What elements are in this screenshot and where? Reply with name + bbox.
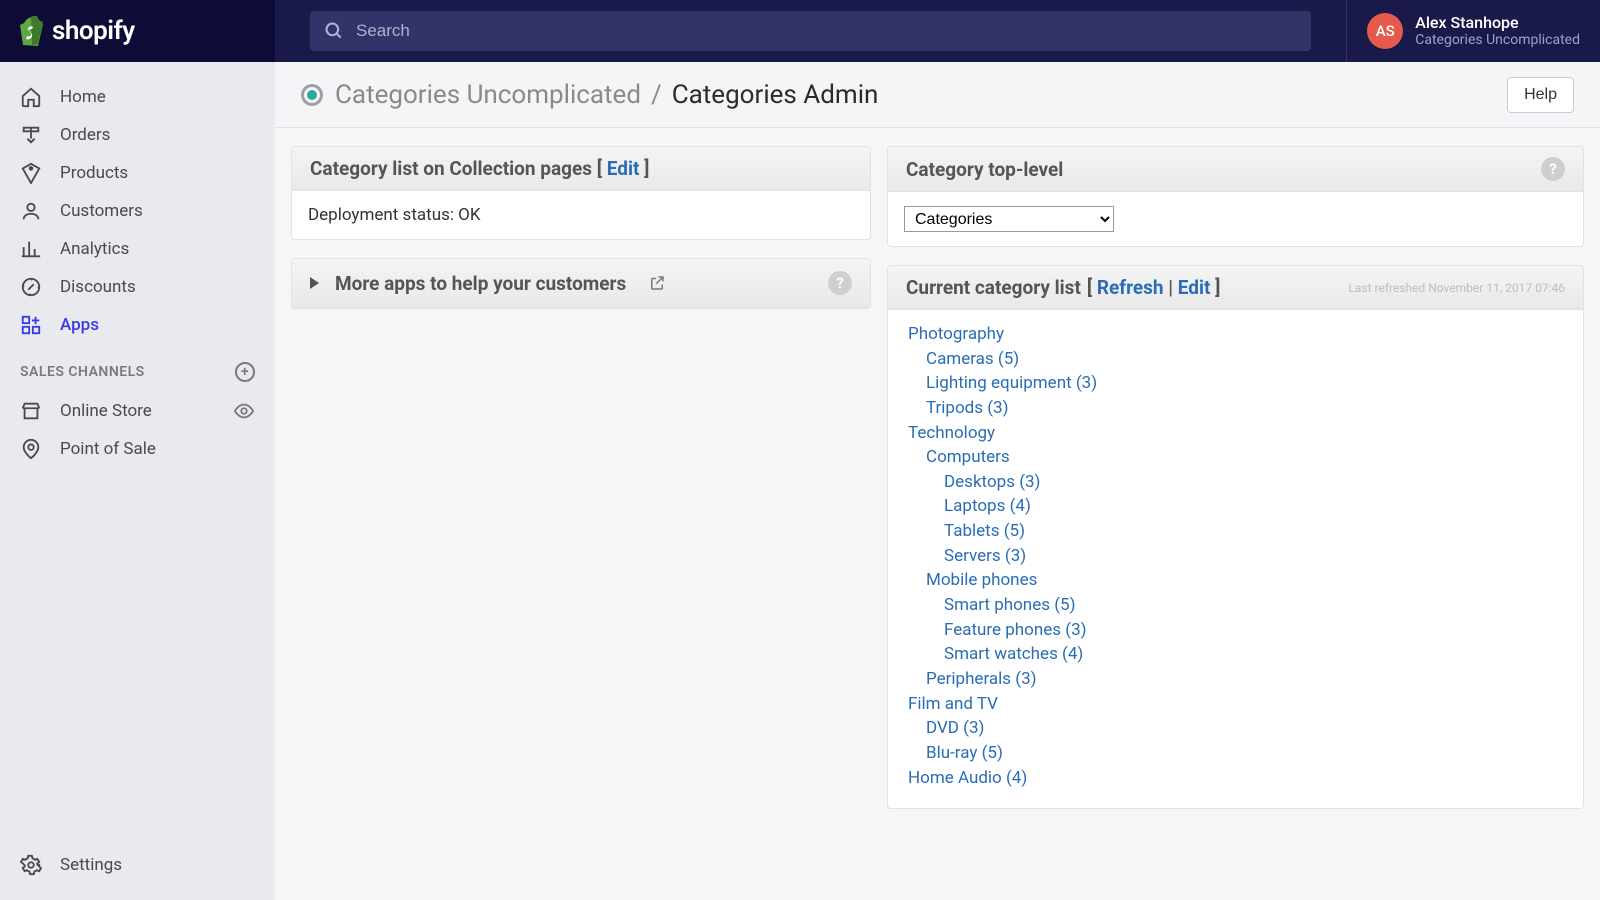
category-link[interactable]: Blu-ray (5)	[926, 743, 1003, 763]
home-icon	[20, 86, 42, 108]
category-link[interactable]: Technology	[908, 423, 995, 443]
top-level-select[interactable]: Categories	[904, 206, 1114, 232]
search-icon	[324, 21, 344, 41]
sidebar-item-label: Discounts	[60, 277, 136, 297]
discounts-icon	[20, 276, 42, 298]
last-refreshed: Last refreshed November 11, 2017 07:46	[1348, 281, 1565, 295]
help-icon[interactable]: ?	[828, 271, 852, 295]
sidebar-item-label: Home	[60, 87, 106, 107]
sidebar-item-products[interactable]: Products	[0, 154, 275, 192]
customers-icon	[20, 200, 42, 222]
category-link[interactable]: Cameras (5)	[926, 349, 1019, 369]
external-link-icon[interactable]	[648, 274, 666, 292]
panel-title: Category top-level	[906, 158, 1063, 181]
edit-link[interactable]: Edit	[607, 157, 640, 180]
panel-collection-categories: Category list on Collection pages [ Edit…	[291, 146, 871, 240]
panel-current-category-list: Current category list [ Refresh | Edit ]…	[887, 265, 1584, 809]
sidebar-item-discounts[interactable]: Discounts	[0, 268, 275, 306]
search-wrap	[275, 11, 1346, 51]
app-bullet-icon	[301, 84, 323, 106]
panel-title: Current category list	[906, 276, 1081, 299]
sidebar-item-label: Products	[60, 163, 128, 183]
deployment-status: Deployment status: OK	[292, 191, 870, 239]
chevron-right-icon[interactable]	[310, 277, 319, 289]
edit-link[interactable]: Edit	[1178, 276, 1211, 299]
shopify-bag-icon	[18, 16, 44, 46]
search-bar[interactable]	[310, 11, 1311, 51]
category-link[interactable]: Mobile phones	[926, 570, 1037, 590]
category-link[interactable]: Servers (3)	[944, 546, 1026, 566]
panel-more-apps: More apps to help your customers ?	[291, 258, 871, 309]
refresh-link[interactable]: Refresh	[1097, 276, 1164, 299]
category-link[interactable]: Lighting equipment (3)	[926, 373, 1097, 393]
orders-icon	[20, 124, 42, 146]
category-link[interactable]: Peripherals (3)	[926, 669, 1037, 689]
sidebar-item-label: Customers	[60, 201, 143, 221]
page-header: Categories Uncomplicated / Categories Ad…	[275, 62, 1600, 128]
search-input[interactable]	[356, 21, 1297, 41]
sidebar-item-point-of-sale[interactable]: Point of Sale	[0, 430, 275, 468]
sales-channels-label: SALES CHANNELS	[20, 364, 145, 380]
sidebar: Home Orders Products Customers Analytics…	[0, 62, 275, 900]
sidebar-item-label: Point of Sale	[60, 439, 156, 459]
user-store: Categories Uncomplicated	[1415, 32, 1580, 49]
sidebar-item-label: Online Store	[60, 401, 233, 421]
sidebar-item-online-store[interactable]: Online Store	[0, 392, 275, 430]
category-link[interactable]: Smart phones (5)	[944, 595, 1076, 615]
panel-title: Category list on Collection pages [ Edit…	[310, 157, 649, 180]
sidebar-item-orders[interactable]: Orders	[0, 116, 275, 154]
category-link[interactable]: Tripods (3)	[926, 398, 1009, 418]
online-store-icon	[20, 400, 42, 422]
sidebar-item-settings[interactable]: Settings	[0, 844, 275, 900]
avatar: AS	[1367, 13, 1403, 49]
sidebar-item-label: Settings	[60, 855, 122, 875]
help-icon[interactable]: ?	[1541, 157, 1565, 181]
category-link[interactable]: Film and TV	[908, 694, 998, 714]
sidebar-item-apps[interactable]: Apps	[0, 306, 275, 344]
breadcrumb-sep: /	[651, 80, 662, 110]
category-link[interactable]: Photography	[908, 324, 1004, 344]
main-content: Categories Uncomplicated / Categories Ad…	[275, 62, 1600, 900]
topbar: shopify AS Alex Stanhope Categories Unco…	[0, 0, 1600, 62]
gear-icon	[20, 854, 42, 876]
category-link[interactable]: Tablets (5)	[944, 521, 1025, 541]
products-icon	[20, 162, 42, 184]
add-channel-button[interactable]: +	[235, 362, 255, 382]
category-link[interactable]: Home Audio (4)	[908, 768, 1027, 788]
category-tree: Photography Cameras (5) Lighting equipment…	[888, 310, 1583, 808]
panel-category-top-level: Category top-level ? Categories	[887, 146, 1584, 247]
breadcrumb-page: Categories Admin	[672, 80, 879, 110]
help-button[interactable]: Help	[1507, 77, 1574, 113]
user-menu[interactable]: AS Alex Stanhope Categories Uncomplicate…	[1346, 0, 1600, 62]
sidebar-item-label: Orders	[60, 125, 110, 145]
sidebar-item-label: Analytics	[60, 239, 129, 259]
category-link[interactable]: Desktops (3)	[944, 472, 1040, 492]
sidebar-item-customers[interactable]: Customers	[0, 192, 275, 230]
apps-icon	[20, 314, 42, 336]
breadcrumb-app[interactable]: Categories Uncomplicated	[335, 80, 641, 110]
category-link[interactable]: Computers	[926, 447, 1010, 467]
eye-icon[interactable]	[233, 400, 255, 422]
pos-icon	[20, 438, 42, 460]
user-name: Alex Stanhope	[1415, 13, 1580, 32]
panel-title: More apps to help your customers	[335, 272, 626, 295]
category-link[interactable]: Laptops (4)	[944, 496, 1031, 516]
sales-channels-header: SALES CHANNELS +	[0, 344, 275, 392]
sidebar-item-label: Apps	[60, 315, 99, 335]
analytics-icon	[20, 238, 42, 260]
category-link[interactable]: Smart watches (4)	[944, 644, 1083, 664]
brand-name: shopify	[52, 16, 135, 46]
sidebar-item-analytics[interactable]: Analytics	[0, 230, 275, 268]
category-link[interactable]: DVD (3)	[926, 718, 984, 738]
sidebar-item-home[interactable]: Home	[0, 78, 275, 116]
category-link[interactable]: Feature phones (3)	[944, 620, 1087, 640]
logo[interactable]: shopify	[0, 0, 275, 62]
